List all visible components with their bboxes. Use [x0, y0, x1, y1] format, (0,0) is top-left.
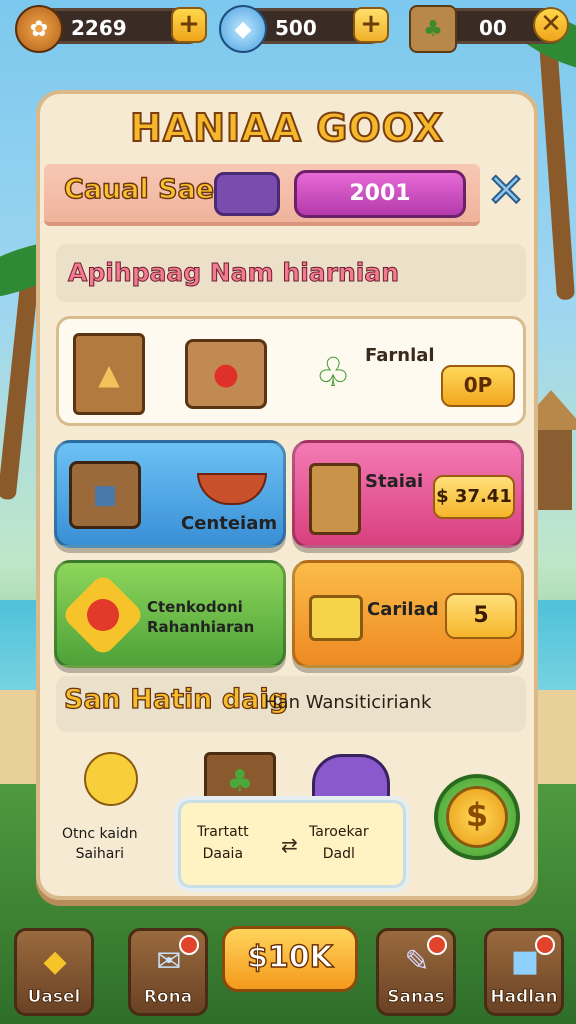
tile-pink-label: Staiai [365, 471, 424, 492]
nav-item-0[interactable]: ◆ Uasel [14, 928, 94, 1016]
items-card: ▲ ● ♧ Farnlal 0P [56, 316, 526, 426]
tile-orange[interactable]: Carilad 5 [292, 560, 524, 668]
supplies-value: 00 [479, 16, 507, 40]
tile-pink[interactable]: Staiai $ 37.41 [292, 440, 524, 548]
reward-right-label: Taroekar Dadl [309, 824, 369, 862]
crate-icon[interactable]: ▲ [73, 333, 145, 415]
character-icon [84, 752, 138, 806]
tile-pink-price-button[interactable]: $ 37.41 [433, 475, 515, 519]
tile-blue[interactable]: ■ Centeiam [54, 440, 286, 548]
lower-label-secondary: Han Wansiticiriank [264, 692, 432, 713]
header-value-button[interactable]: 2001 [294, 170, 466, 218]
nav-item-0-label: Uasel [27, 987, 81, 1008]
drink-cup-icon [309, 463, 361, 535]
reward-left-label: Trartatt Daaia [197, 824, 249, 862]
swap-icon: ⇄ [281, 833, 298, 857]
nav-item-1-label: Rona [143, 987, 193, 1008]
shop-panel: HANIAA GOOX Caual Sae 2001 ✕ Apihpaag Na… [36, 90, 538, 900]
lower-header: San Hatin daig Han Wansiticiriank [56, 676, 526, 732]
gems-value: 500 [275, 16, 317, 40]
tile-orange-price-button[interactable]: 5 [445, 593, 517, 639]
tile-blue-label: Centeiam [181, 513, 278, 534]
palm-trunk-left [0, 259, 41, 501]
cheese-icon [309, 595, 363, 641]
lower-label-main: San Hatin daig [63, 683, 289, 715]
letter-icon: ✉ [156, 943, 182, 979]
reward-card[interactable]: Trartatt Daaia ⇄ Taroekar Dadl [178, 800, 406, 888]
chest-icon: ■ [69, 461, 141, 529]
header-bar: Caual Sae 2001 [44, 164, 480, 226]
supplies-counter: ♣ 00 ✕ [409, 5, 569, 53]
dish-icon [197, 473, 267, 505]
purple-slot[interactable] [214, 172, 280, 216]
pen-icon: ✎ [404, 943, 430, 979]
sub-header-label: Apihpaag Nam hiarnian [68, 258, 400, 288]
tile-orange-label: Carilad [367, 599, 439, 620]
apple-icon [87, 599, 119, 631]
coins-value: 2269 [71, 16, 127, 40]
nav-item-2[interactable]: ✎ Sanas [376, 928, 456, 1016]
tile-green[interactable]: Ctenkodoni Rahanhiaran [54, 560, 286, 668]
dollar-coin-icon: $ [446, 786, 508, 848]
key-plant-icon[interactable]: ♧ [303, 335, 363, 411]
center-cash-button[interactable]: $10K [222, 926, 358, 992]
character-label: Otnc kaidn Saihari [62, 826, 138, 862]
nav-item-3[interactable]: ■ Hadlan [484, 928, 564, 1016]
diamond-icon: ◆ [219, 5, 267, 53]
items-side-label: Farnlal [365, 345, 435, 366]
items-op-button[interactable]: 0P [441, 365, 515, 407]
treasure-chest-icon[interactable]: ● [185, 339, 267, 409]
tile-green-label: Ctenkodoni Rahanhiaran [147, 598, 255, 636]
resource-bar: ✿ 2269 + ◆ 500 + ♣ 00 ✕ [8, 4, 569, 53]
gems-counter: ◆ 500 + [219, 5, 389, 53]
coins-counter: ✿ 2269 + [15, 5, 207, 53]
close-icon[interactable]: ✕ [482, 163, 530, 217]
panel-title: HANIAA GOOX [129, 105, 444, 151]
add-gems-button[interactable]: + [353, 7, 389, 43]
nav-item-2-label: Sanas [387, 987, 445, 1008]
close-top-button[interactable]: ✕ [533, 7, 569, 43]
gem-icon: ◆ [43, 943, 67, 979]
header-label: Caual Sae [63, 173, 215, 205]
sub-header: Apihpaag Nam hiarnian [56, 244, 526, 302]
bread-icon: ✿ [15, 5, 63, 53]
add-coins-button[interactable]: + [171, 7, 207, 43]
box-icon: ■ [510, 943, 540, 979]
nav-item-1[interactable]: ✉ Rona [128, 928, 208, 1016]
coin-button[interactable]: $ [434, 774, 520, 860]
nav-item-3-label: Hadlan [490, 987, 558, 1008]
bucket-icon: ♣ [409, 5, 457, 53]
palm-trunk-right [538, 39, 576, 301]
